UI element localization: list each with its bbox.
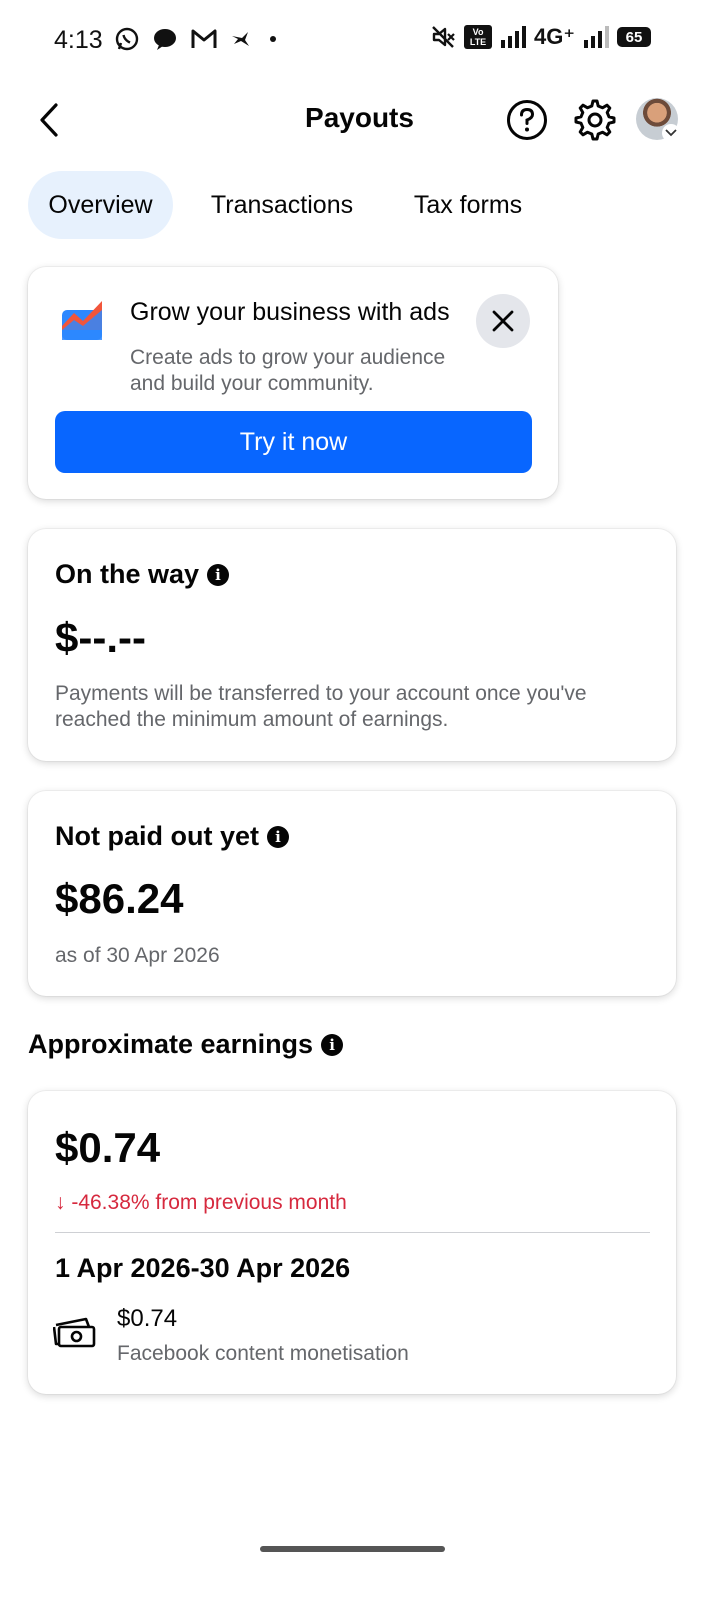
approx-earnings-card: $0.74 ↓ -46.38% from previous month 1 Ap… [28, 1091, 676, 1394]
signal-icon-2 [584, 26, 609, 48]
try-it-now-button[interactable]: Try it now [55, 411, 532, 473]
ads-chart-icon [62, 301, 102, 340]
not-paid-title: Not paid out yet [55, 821, 259, 851]
on-the-way-title-row: On the way i [55, 559, 230, 590]
gmail-icon [191, 29, 217, 48]
info-icon[interactable]: i [321, 1033, 344, 1056]
help-button[interactable] [505, 98, 549, 142]
ads-promo-card: Grow your business with ads Create ads t… [28, 267, 558, 499]
bird-app-icon [232, 32, 249, 46]
notification-icons [114, 26, 276, 52]
on-the-way-card: On the way i $--.-- Payments will be tra… [28, 529, 676, 761]
tab-transactions[interactable]: Transactions [198, 171, 366, 239]
on-the-way-title: On the way [55, 559, 200, 589]
approx-earnings-title: Approximate earnings [28, 1029, 314, 1059]
close-promo-button[interactable] [476, 294, 530, 348]
tab-tax-forms[interactable]: Tax forms [400, 171, 536, 239]
tab-overview[interactable]: Overview [28, 171, 173, 239]
more-notifications-dot [270, 36, 276, 42]
not-paid-as-of: as of 30 Apr 2026 [55, 944, 220, 967]
info-icon[interactable]: i [267, 825, 289, 848]
signal-icon [501, 26, 527, 48]
earning-item-label: Facebook content monetisation [117, 1342, 409, 1365]
battery-indicator: 65 [617, 27, 651, 47]
divider [55, 1232, 650, 1233]
promo-description-line2: and build your community. [130, 372, 374, 395]
home-indicator[interactable] [260, 1546, 445, 1552]
account-switch-chevron[interactable] [662, 124, 680, 142]
promo-description-line1: Create ads to grow your audience [130, 346, 446, 369]
earning-item-amount: $0.74 [117, 1305, 178, 1332]
approx-amount: $0.74 [55, 1124, 161, 1171]
not-paid-amount: $86.24 [55, 875, 184, 922]
on-the-way-amount: $--.-- [55, 614, 146, 661]
help-icon [507, 100, 547, 140]
settings-icon [574, 99, 616, 141]
messenger-icon [154, 29, 176, 50]
chevron-down-icon [665, 129, 677, 137]
status-time: 4:13 [54, 26, 103, 54]
not-paid-title-row: Not paid out yet i [55, 821, 289, 852]
approx-change: ↓ -46.38% from previous month [55, 1191, 347, 1214]
cash-icon [53, 1317, 96, 1348]
on-the-way-description-line1: Payments will be transferred to your acc… [55, 682, 587, 705]
whatsapp-icon [115, 27, 139, 51]
volte-label: Vo LTE [469, 27, 487, 47]
not-paid-out-card: Not paid out yet i $86.24 as of 30 Apr 2… [28, 791, 676, 996]
status-bar: 4:13 Vo LTE 4G⁺ 65 [0, 0, 719, 80]
approx-period: 1 Apr 2026-30 Apr 2026 [55, 1253, 351, 1283]
promo-title: Grow your business with ads [130, 298, 450, 326]
settings-button[interactable] [573, 98, 617, 142]
close-icon [492, 310, 514, 332]
network-type: 4G⁺ [534, 24, 575, 49]
approx-earnings-heading: Approximate earnings i [28, 1029, 344, 1060]
mute-icon [432, 26, 455, 48]
volte-icon: Vo LTE [464, 25, 493, 49]
system-icons: Vo LTE 4G⁺ 65 [430, 24, 651, 50]
on-the-way-description-line2: reached the minimum amount of earnings. [55, 708, 449, 731]
info-icon[interactable]: i [207, 563, 230, 586]
